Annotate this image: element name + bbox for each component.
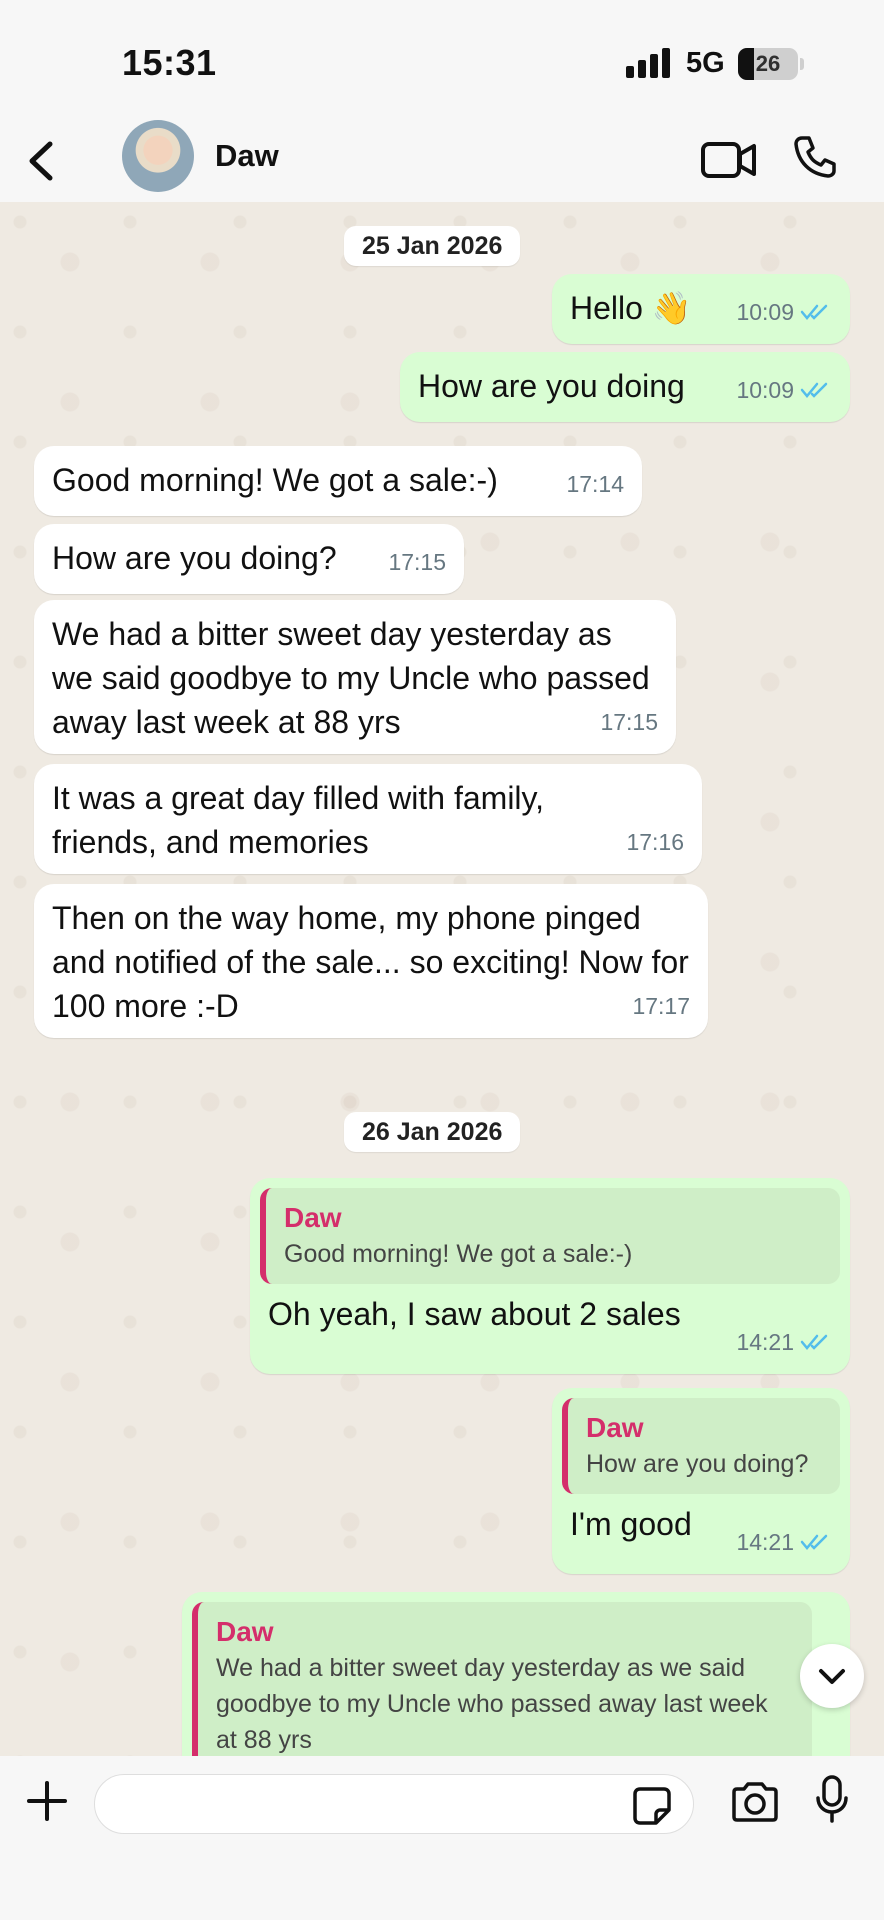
- message-time: 17:15: [600, 709, 658, 735]
- message-time: 10:09: [736, 377, 794, 403]
- network-type: 5G: [686, 47, 725, 79]
- battery-level: 26: [755, 51, 781, 76]
- message-text: Then on the way home, my phone pinged an…: [52, 900, 698, 1024]
- composer-bar: [0, 1756, 884, 1920]
- message-time: 17:15: [388, 549, 446, 575]
- message-time: 17:17: [632, 993, 690, 1019]
- message-time: 17:16: [626, 829, 684, 855]
- quoted-message[interactable]: Daw How are you doing?: [562, 1398, 840, 1494]
- phone-icon[interactable]: [792, 134, 838, 180]
- chevron-down-icon: [819, 1669, 845, 1684]
- message-bubble-incoming[interactable]: It was a great day filled with family, f…: [34, 764, 702, 874]
- message-time: 14:21: [736, 1529, 794, 1555]
- message-time: 17:14: [566, 471, 624, 497]
- quoted-message[interactable]: Daw Good morning! We got a sale:-): [260, 1188, 840, 1284]
- message-input-field[interactable]: [94, 1774, 694, 1834]
- chat-area[interactable]: 25 Jan 2026 Hello 👋 10:09 How are you do…: [0, 202, 884, 1756]
- quoted-message[interactable]: Daw We had a bitter sweet day yesterday …: [192, 1602, 812, 1756]
- video-camera-icon[interactable]: [700, 138, 758, 182]
- chevron-left-icon[interactable]: [22, 136, 62, 186]
- message-text: Good morning! We got a sale:-): [52, 462, 498, 498]
- sticker-icon[interactable]: [632, 1786, 672, 1826]
- chat-header: Daw: [0, 118, 884, 202]
- camera-icon[interactable]: [730, 1780, 780, 1824]
- plus-icon[interactable]: [26, 1780, 68, 1822]
- date-separator: 26 Jan 2026: [344, 1112, 521, 1152]
- message-text: It was a great day filled with family, f…: [52, 780, 553, 860]
- quoted-text: How are you doing?: [586, 1450, 809, 1478]
- message-time: 14:21: [736, 1329, 794, 1355]
- quoted-text: We had a bitter sweet day yesterday as w…: [216, 1654, 768, 1754]
- message-time: 10:09: [736, 299, 794, 325]
- signal-icon: [626, 48, 672, 78]
- message-bubble-incoming[interactable]: We had a bitter sweet day yesterday as w…: [34, 600, 676, 754]
- message-bubble-outgoing[interactable]: Daw Good morning! We got a sale:-) Oh ye…: [250, 1178, 850, 1374]
- microphone-icon[interactable]: [814, 1774, 850, 1824]
- status-time: 15:31: [122, 42, 217, 83]
- double-check-icon: [800, 1334, 828, 1350]
- avatar[interactable]: [122, 120, 194, 192]
- quoted-sender: Daw: [216, 1616, 274, 1647]
- message-bubble-incoming[interactable]: How are you doing? 17:15: [34, 524, 464, 594]
- contact-name[interactable]: Daw: [215, 138, 279, 174]
- quoted-sender: Daw: [586, 1412, 644, 1443]
- double-check-icon: [800, 1534, 828, 1550]
- date-separator: 25 Jan 2026: [344, 226, 521, 266]
- quoted-sender: Daw: [284, 1202, 342, 1233]
- quoted-text: Good morning! We got a sale:-): [284, 1240, 633, 1268]
- message-bubble-outgoing[interactable]: Daw How are you doing? I'm good 14:21: [552, 1388, 850, 1574]
- message-bubble-outgoing[interactable]: Hello 👋 10:09: [552, 274, 850, 344]
- message-bubble-outgoing[interactable]: How are you doing 10:09: [400, 352, 850, 422]
- message-bubble-incoming[interactable]: Good morning! We got a sale:-) 17:14: [34, 446, 642, 516]
- message-input[interactable]: [119, 1775, 619, 1833]
- message-text: How are you doing?: [52, 540, 337, 576]
- message-text: We had a bitter sweet day yesterday as w…: [52, 616, 659, 740]
- scroll-to-bottom-button[interactable]: [800, 1644, 864, 1708]
- double-check-icon: [800, 304, 828, 320]
- message-bubble-outgoing[interactable]: Daw We had a bitter sweet day yesterday …: [182, 1592, 850, 1756]
- status-bar: 15:31 5G 26: [0, 0, 884, 118]
- double-check-icon: [800, 382, 828, 398]
- battery-icon: 26: [738, 48, 804, 80]
- message-bubble-incoming[interactable]: Then on the way home, my phone pinged an…: [34, 884, 708, 1038]
